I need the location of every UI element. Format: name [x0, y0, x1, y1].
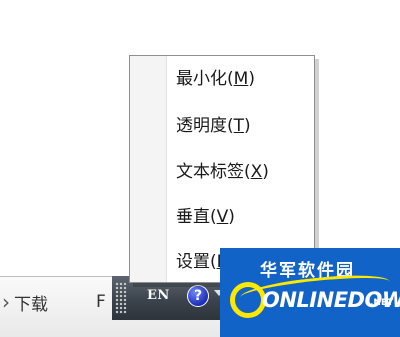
menu-item-label: 最小化(	[176, 69, 234, 89]
taskbar-download-item[interactable]: › 下载	[0, 288, 48, 316]
menu-gutter-divider	[166, 56, 167, 282]
menu-gutter	[130, 56, 166, 282]
menu-item-accelerator: M	[233, 69, 249, 89]
download-label: 下载	[14, 294, 48, 315]
menu-item-label-end: )	[244, 116, 251, 136]
menu-item-label: 设置(	[176, 252, 217, 272]
logo-ring-icon	[230, 282, 266, 318]
chevron-right-icon: ›	[2, 290, 10, 314]
menu-item-label: 文本标签(	[176, 162, 251, 182]
menu-item-label: 垂直(	[176, 207, 217, 227]
menu-item-accelerator: T	[233, 116, 245, 136]
logo-suffix: .NET	[370, 298, 394, 308]
onlinedown-watermark-logo: 华军软件园 ONLINEDOWN .NET	[220, 248, 400, 337]
menu-item-accelerator: V	[216, 207, 229, 227]
menu-item-label-end: )	[228, 207, 235, 227]
menu-item-minimize[interactable]: 最小化(M)	[176, 64, 255, 94]
menu-item-label-end: )	[262, 162, 269, 182]
menu-item-text-labels[interactable]: 文本标签(X)	[176, 157, 269, 187]
grip-handle-icon[interactable]	[115, 282, 127, 314]
menu-item-label-end: )	[248, 69, 255, 89]
menu-item-label: 透明度(	[176, 116, 234, 136]
taskbar-partial-item[interactable]: F	[96, 288, 106, 316]
menu-item-vertical[interactable]: 垂直(V)	[176, 202, 235, 232]
help-icon[interactable]: ?	[187, 285, 209, 307]
language-indicator[interactable]: EN	[147, 288, 170, 303]
menu-item-transparency[interactable]: 透明度(T)	[176, 111, 251, 141]
menu-item-accelerator: X	[250, 162, 263, 182]
